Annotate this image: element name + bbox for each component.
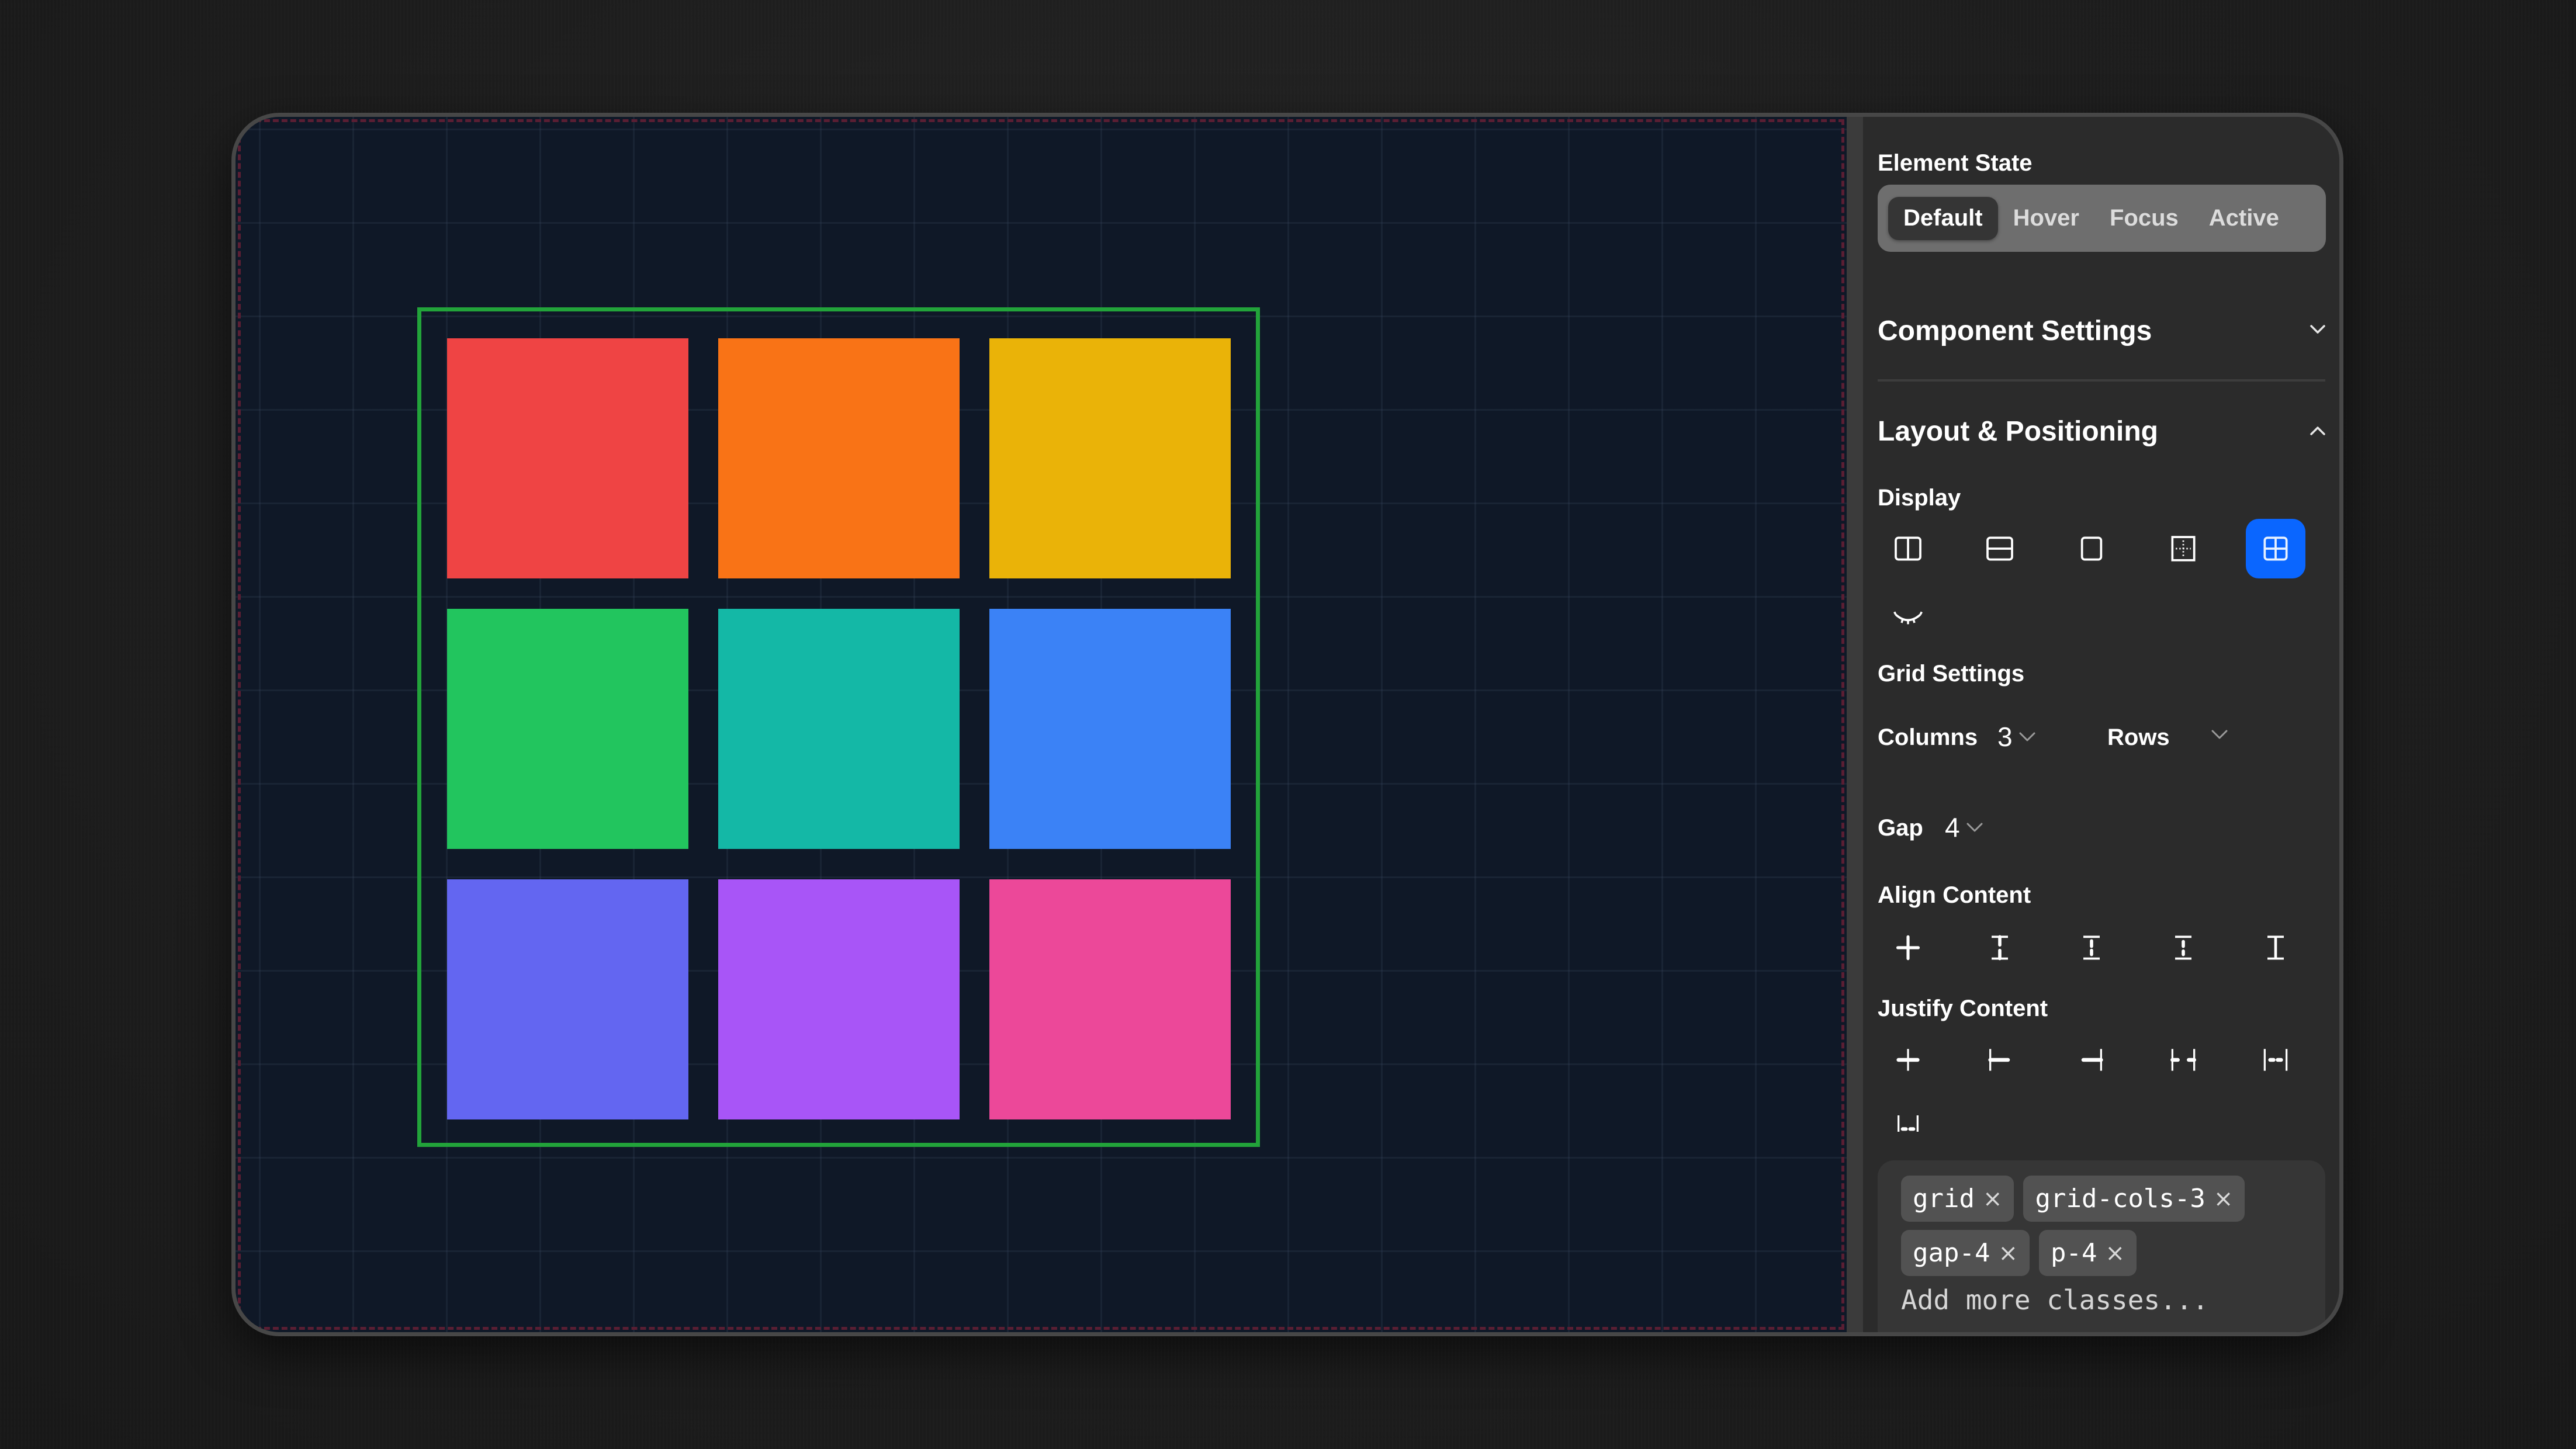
state-tab-default[interactable]: Default [1888,196,1998,240]
justify-start-icon [1988,1049,2010,1071]
display-flex-col-button[interactable] [1970,519,2030,578]
align-content-between-button[interactable] [2062,918,2121,977]
grid-item-pink[interactable] [989,879,1231,1119]
inline-block-dotted-icon [2171,536,2196,561]
grid-icon [2263,536,2288,561]
align-content-center-button[interactable] [1878,918,1938,977]
rows-label: Rows [2107,724,2170,750]
properties-panel: Element State Default Hover Focus Active… [1863,117,2339,1332]
block-icon [2080,536,2103,561]
section-divider [1878,379,2325,382]
panel-resize-handle[interactable] [1847,117,1863,1332]
class-chip-label: grid-cols-3 [2035,1184,2205,1214]
justify-content-between-button[interactable] [2153,1030,2213,1090]
rows-select[interactable] [2205,721,2229,741]
display-flex-row-button[interactable] [1878,519,1938,578]
align-content-label: Align Content [1878,882,2031,908]
justify-around-icon [2263,1049,2288,1071]
grid-settings-label: Grid Settings [1878,661,2025,687]
grid-item-purple[interactable] [718,879,960,1119]
justify-content-evenly-button[interactable] [1878,1094,1938,1153]
columns-layout-icon [1895,536,1921,561]
columns-select[interactable]: 3 [1997,721,2037,753]
remove-chip-icon[interactable]: × [1998,1240,2018,1267]
justify-content-label: Justify Content [1878,996,2048,1021]
add-class-input[interactable] [1901,1284,2302,1316]
class-chip-label: grid [1913,1184,1975,1214]
display-hidden-button[interactable] [1878,589,1938,649]
gap-select[interactable]: 4 [1945,812,1985,843]
editor-window: Element State Default Hover Focus Active… [231,113,2343,1336]
align-center-icon [1896,935,1920,961]
justify-between-icon [2170,1049,2196,1071]
remove-chip-icon[interactable]: × [1983,1185,2003,1212]
columns-value: 3 [1997,722,2013,752]
grid-item-red[interactable] [447,338,688,578]
grid-item-orange[interactable] [718,338,960,578]
class-chip: p-4 × [2038,1230,2137,1276]
layout-positioning-header[interactable]: Layout & Positioning [1878,415,2158,448]
justify-evenly-icon [1898,1115,1919,1132]
justify-center-icon [1896,1049,1920,1071]
columns-label: Columns [1878,724,1978,750]
class-chip-label: gap-4 [1913,1238,1990,1268]
class-chip: grid × [1901,1176,2014,1222]
state-tab-active[interactable]: Active [2194,197,2294,240]
gap-label: Gap [1878,815,1923,841]
justify-content-end-button[interactable] [2062,1030,2121,1090]
grid-item-indigo[interactable] [447,879,688,1119]
class-chip-label: p-4 [2050,1238,2097,1268]
chevron-down-icon [1966,823,1983,832]
align-content-start-button[interactable] [1970,918,2030,977]
class-tags-input[interactable]: grid × grid-cols-3 × gap-4 × p-4 × [1878,1160,2325,1332]
display-grid-button[interactable] [2246,519,2305,578]
align-around-icon [2175,935,2191,960]
chevron-down-icon [2019,732,2035,741]
grid-item-teal[interactable] [718,609,960,849]
align-start-icon [1992,935,2008,961]
justify-end-icon [2081,1049,2103,1071]
align-content-stretch-button[interactable] [2246,918,2305,977]
justify-content-around-button[interactable] [2246,1030,2305,1090]
rows-layout-icon [1986,536,2013,561]
remove-chip-icon[interactable]: × [2105,1240,2125,1267]
chevron-down-icon [2211,730,2228,739]
display-block-button[interactable] [2062,519,2121,578]
grid-item-green[interactable] [447,609,688,849]
display-inline-block-button[interactable] [2153,519,2213,578]
element-state-segmented-control: Default Hover Focus Active [1878,185,2326,252]
chevron-up-icon[interactable] [2309,422,2326,439]
grid-item-blue[interactable] [989,609,1231,849]
display-label: Display [1878,485,1961,511]
class-chip: grid-cols-3 × [2023,1176,2245,1222]
element-state-label: Element State [1878,150,2033,176]
component-settings-header[interactable]: Component Settings [1878,315,2152,347]
chevron-down-icon[interactable] [2309,320,2326,338]
justify-content-center-button[interactable] [1878,1030,1938,1090]
align-stretch-icon [2267,935,2284,960]
class-chip: gap-4 × [1901,1230,2030,1276]
grid-item-yellow[interactable] [989,338,1231,578]
eye-closed-icon [1893,611,1923,625]
justify-content-start-button[interactable] [1970,1030,2030,1090]
state-tab-hover[interactable]: Hover [1998,197,2094,240]
align-between-icon [2083,935,2100,960]
design-canvas[interactable] [236,117,1847,1332]
align-content-around-button[interactable] [2153,918,2213,977]
remove-chip-icon[interactable]: × [2214,1185,2234,1212]
state-tab-focus[interactable]: Focus [2094,197,2194,240]
gap-value: 4 [1945,812,1960,843]
